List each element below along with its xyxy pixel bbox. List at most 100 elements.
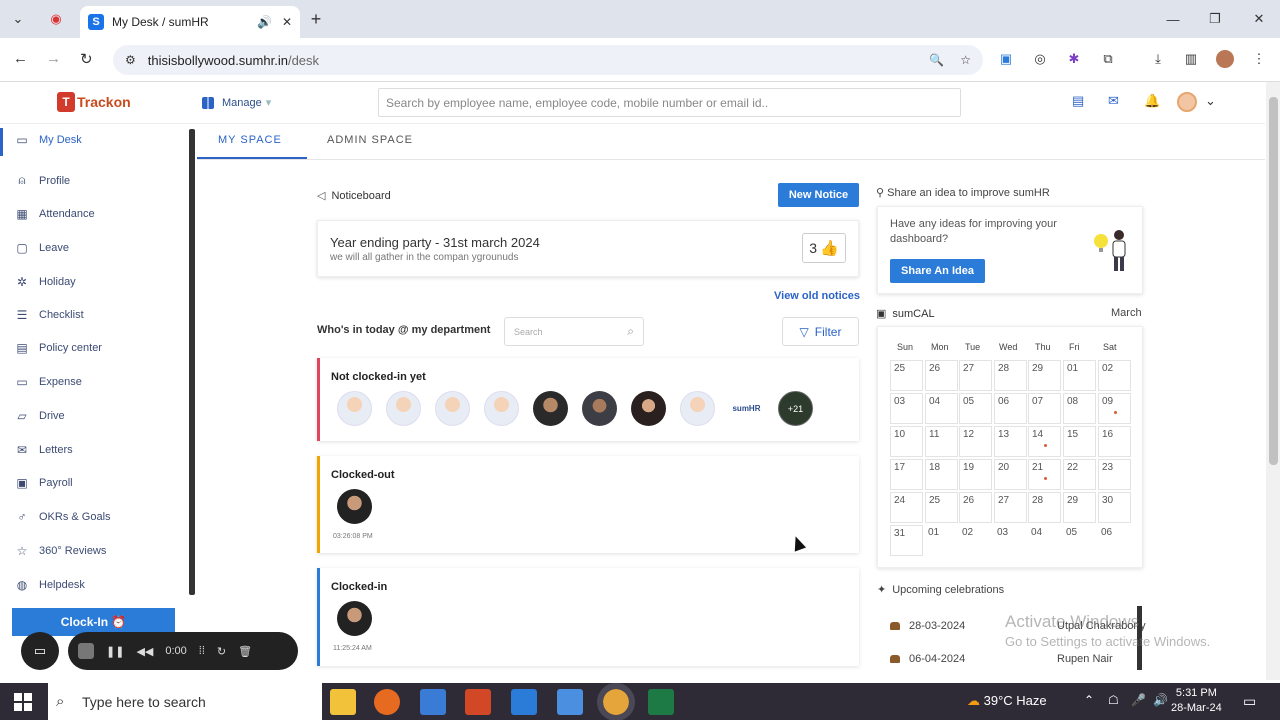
avatar[interactable] bbox=[533, 391, 568, 426]
calendar-day[interactable]: 11 bbox=[925, 426, 958, 457]
notifications-icon[interactable]: ▭ bbox=[1243, 693, 1256, 710]
avatar[interactable] bbox=[337, 489, 372, 524]
sidebar-item-profile[interactable]: ⍝ Profile bbox=[14, 173, 70, 188]
calendar-day[interactable]: 09 bbox=[1098, 393, 1131, 424]
taskbar-clock[interactable]: 5:31 PM 28-Mar-24 bbox=[1171, 686, 1222, 716]
chevron-down-icon[interactable]: ⌄ bbox=[1205, 93, 1216, 109]
calendar-day[interactable]: 21 bbox=[1028, 459, 1061, 490]
new-tab-icon[interactable]: + bbox=[306, 9, 326, 29]
firefox-icon[interactable] bbox=[374, 689, 400, 715]
sidebar-item-holiday[interactable]: ✲ Holiday bbox=[14, 275, 76, 289]
manage-menu[interactable]: Manage ▾ bbox=[202, 96, 271, 109]
scrollbar-thumb[interactable] bbox=[1269, 97, 1278, 465]
record-icon[interactable]: ◉ bbox=[46, 9, 66, 29]
avatar[interactable] bbox=[435, 391, 470, 426]
calendar-day[interactable]: 12 bbox=[959, 426, 992, 457]
calendar-day[interactable]: 05 bbox=[959, 393, 992, 424]
calendar-day[interactable]: 27 bbox=[959, 360, 992, 391]
avatar[interactable] bbox=[631, 391, 666, 426]
sidebar-item-my-desk[interactable]: ▭ My Desk bbox=[14, 133, 81, 147]
calendar-day[interactable]: 31 bbox=[890, 525, 923, 556]
powerpoint-icon[interactable] bbox=[465, 689, 491, 715]
sidebar-item-okrs-goals[interactable]: ♂ OKRs & Goals bbox=[14, 510, 111, 524]
zoom-icon[interactable]: 🔍 bbox=[929, 53, 944, 67]
view-old-notices-link[interactable]: View old notices bbox=[774, 290, 860, 302]
excel-icon[interactable] bbox=[648, 689, 674, 715]
tray-chevron-icon[interactable]: ⌃ bbox=[1084, 693, 1094, 707]
calendar-day[interactable]: 02 bbox=[959, 525, 992, 556]
sidebar-item-payroll[interactable]: ▣ Payroll bbox=[14, 476, 72, 490]
calendar-day[interactable]: 18 bbox=[925, 459, 958, 490]
extension-camera-icon[interactable]: ◎ bbox=[1031, 50, 1049, 68]
windows-start-icon[interactable] bbox=[14, 693, 32, 711]
attendance-icon[interactable]: ▤ bbox=[1072, 93, 1084, 109]
tab-my-space[interactable]: MY SPACE bbox=[218, 134, 282, 146]
drag-handle-icon[interactable]: ⁞⁞ bbox=[199, 645, 205, 657]
weather-widget[interactable]: ☁ 39°C Haze bbox=[967, 693, 1047, 709]
trash-icon[interactable]: 🗑 bbox=[238, 645, 252, 658]
avatar[interactable] bbox=[337, 391, 372, 426]
avatar[interactable] bbox=[680, 391, 715, 426]
volume-icon[interactable]: 🔊 bbox=[1153, 693, 1168, 707]
sumhr-avatar[interactable]: sumHR bbox=[729, 391, 764, 426]
sidebar-item-expense[interactable]: ▭ Expense bbox=[14, 375, 81, 389]
avatar[interactable] bbox=[582, 391, 617, 426]
microphone-icon[interactable]: 🎤 bbox=[1131, 693, 1146, 707]
file-explorer-icon[interactable] bbox=[330, 689, 356, 715]
calendar-day[interactable]: 16 bbox=[1098, 426, 1131, 457]
stop-icon[interactable] bbox=[78, 643, 94, 659]
avatar[interactable] bbox=[386, 391, 421, 426]
sidebar-item-policy-center[interactable]: ▤ Policy center bbox=[14, 341, 102, 355]
extension-screencast-icon[interactable]: ▣ bbox=[997, 50, 1015, 68]
sidebar-item-leave[interactable]: ▢ Leave bbox=[14, 241, 69, 255]
speaker-icon[interactable]: 🔊 bbox=[257, 15, 272, 29]
calendar-day[interactable]: 25 bbox=[890, 360, 923, 391]
sidebar-item-letters[interactable]: ✉ Letters bbox=[14, 443, 73, 457]
calendar-day[interactable]: 28 bbox=[994, 360, 1027, 391]
chrome-icon[interactable] bbox=[597, 683, 635, 720]
calendar-day[interactable]: 24 bbox=[890, 492, 923, 523]
store-icon[interactable] bbox=[557, 689, 583, 715]
calendar-day[interactable]: 03 bbox=[994, 525, 1027, 556]
celebration-row[interactable]: 28-03-2024 bbox=[890, 620, 965, 632]
calendar-day[interactable]: 04 bbox=[925, 393, 958, 424]
calendar-day[interactable]: 01 bbox=[1063, 360, 1096, 391]
sidebar-item-360-reviews[interactable]: ☆ 360° Reviews bbox=[14, 544, 107, 558]
restore-icon[interactable]: ❐ bbox=[1205, 9, 1225, 29]
tab-search-chevron-icon[interactable]: ⌄ bbox=[8, 9, 28, 29]
restart-icon[interactable]: ↻ bbox=[217, 645, 226, 658]
calendar-day[interactable]: 29 bbox=[1063, 492, 1096, 523]
sidebar-item-attendance[interactable]: ▦ Attendance bbox=[14, 207, 94, 221]
back-icon[interactable]: ← bbox=[13, 50, 28, 67]
url-bar[interactable]: ⚙ thisisbollywood.sumhr.in/desk 🔍 ☆ bbox=[113, 45, 983, 75]
mail-app-icon[interactable] bbox=[511, 689, 537, 715]
calendar-day[interactable]: 07 bbox=[1028, 393, 1061, 424]
site-settings-icon[interactable]: ⚙ bbox=[125, 53, 136, 67]
sidebar-item-checklist[interactable]: ☰ Checklist bbox=[14, 308, 84, 322]
mail-icon[interactable]: ✉ bbox=[1108, 93, 1119, 109]
employee-search-input[interactable]: Search by employee name, employee code, … bbox=[378, 88, 961, 117]
browser-tab[interactable]: S My Desk / sumHR 🔊 ✕ bbox=[80, 6, 300, 38]
reload-icon[interactable]: ↻ bbox=[80, 50, 93, 68]
calendar-day[interactable]: 15 bbox=[1063, 426, 1096, 457]
pause-icon[interactable]: ❚❚ bbox=[106, 645, 124, 658]
camera-icon[interactable]: ▭ bbox=[21, 632, 59, 670]
close-window-icon[interactable]: ✕ bbox=[1249, 9, 1269, 29]
calendar-day[interactable]: 01 bbox=[925, 525, 958, 556]
calendar-day[interactable]: 28 bbox=[1028, 492, 1061, 523]
like-button[interactable]: 3 👍 bbox=[802, 233, 846, 263]
calendar-day[interactable]: 02 bbox=[1098, 360, 1131, 391]
calculator-icon[interactable] bbox=[420, 689, 446, 715]
calendar-day[interactable]: 27 bbox=[994, 492, 1027, 523]
whos-in-search-input[interactable]: Search ⌕ bbox=[504, 317, 644, 346]
network-icon[interactable]: ☖ bbox=[1108, 693, 1119, 707]
new-notice-button[interactable]: New Notice bbox=[778, 183, 859, 207]
calendar-day[interactable]: 26 bbox=[925, 360, 958, 391]
calendar-day[interactable]: 14 bbox=[1028, 426, 1061, 457]
filter-button[interactable]: ▽ Filter bbox=[782, 317, 859, 346]
calendar-day[interactable]: 06 bbox=[1098, 525, 1131, 556]
calendar-day[interactable]: 08 bbox=[1063, 393, 1096, 424]
calendar-day[interactable]: 23 bbox=[1098, 459, 1131, 490]
calendar-day[interactable]: 13 bbox=[994, 426, 1027, 457]
calendar-day[interactable]: 03 bbox=[890, 393, 923, 424]
